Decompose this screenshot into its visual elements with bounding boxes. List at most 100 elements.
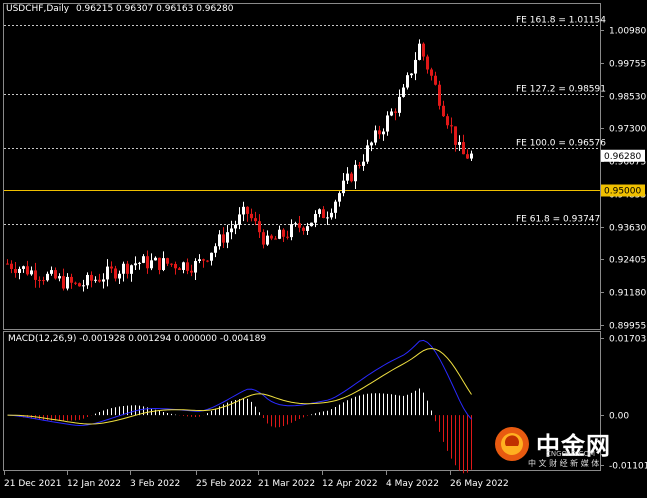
candle-body	[50, 270, 53, 274]
current-price-label: 0.96280	[604, 152, 641, 162]
candle-body	[390, 111, 393, 116]
candle-body	[370, 142, 373, 146]
candle-body	[66, 276, 69, 289]
candle-body	[62, 276, 65, 289]
macd-title: MACD(12,26,9) -0.001928 0.001294 0.00000…	[8, 334, 267, 344]
candle-body	[114, 268, 117, 279]
candle-body	[410, 73, 413, 76]
candle-body	[354, 164, 357, 182]
support-price-label: 0.95000	[604, 187, 641, 197]
candle-body	[290, 224, 293, 238]
candle-body	[226, 232, 229, 243]
candle-body	[214, 246, 217, 253]
candle-body	[366, 145, 369, 162]
candle-body	[82, 285, 85, 287]
candle-body	[46, 273, 49, 281]
main-panel-frame	[3, 3, 601, 330]
candle-body	[402, 87, 405, 97]
candle-body	[330, 212, 333, 218]
candle-body	[110, 266, 113, 269]
candle-body	[126, 263, 129, 274]
candle-body	[466, 154, 469, 159]
candle-body	[318, 209, 321, 214]
chart-header: USDCHF,Daily 0.96215 0.96307 0.96163 0.9…	[6, 4, 233, 14]
candle-body	[198, 259, 201, 262]
candle-body	[98, 279, 101, 282]
candle-body	[250, 213, 253, 219]
candle-body	[22, 266, 25, 269]
watermark-site: CNGOLD.COM	[546, 450, 596, 458]
candle-body	[430, 69, 433, 76]
date-tick-label: 3 Feb 2022	[130, 479, 180, 489]
candle-body	[266, 235, 269, 245]
coin-icon	[495, 427, 529, 461]
candle-body	[286, 236, 289, 238]
candle-body	[282, 229, 285, 237]
candle-body	[194, 261, 197, 273]
price-tick-label: 0.99755	[609, 60, 646, 70]
candle-body	[94, 279, 97, 281]
candle-body	[178, 268, 181, 270]
fib-label: FE 161.8 = 1.01154	[516, 16, 606, 26]
candle-body	[434, 75, 437, 85]
macd-histogram	[11, 388, 472, 474]
price-tick-label: 0.98530	[609, 93, 646, 103]
candle-body	[326, 217, 329, 219]
price-tick-label: 0.89955	[609, 322, 646, 332]
candle-body	[242, 206, 245, 215]
price-tick-label: 0.92405	[609, 256, 646, 266]
candle-body	[450, 125, 453, 127]
date-tick-label: 21 Dec 2021	[4, 479, 62, 489]
candle-body	[78, 283, 81, 287]
date-tick-label: 12 Jan 2022	[67, 479, 121, 489]
watermark-logo: 中金网 中 文 财 经 新 媒 体 CNGOLD.COM	[492, 420, 642, 470]
candle-body	[190, 270, 193, 273]
candle-body	[406, 75, 409, 88]
candle-body	[90, 274, 93, 281]
price-tick-label: 0.97300	[609, 125, 646, 135]
watermark-sub-cn: 中 文 财 经 新 媒 体	[528, 459, 600, 468]
candle-body	[26, 266, 29, 275]
date-tick-label: 26 May 2022	[450, 479, 509, 489]
candle-body	[30, 270, 33, 275]
candle-body	[306, 226, 309, 231]
candle-body	[34, 270, 37, 280]
candle-body	[414, 59, 417, 74]
candle-body	[18, 268, 21, 273]
candle-body	[130, 265, 133, 274]
candle-body	[38, 279, 41, 281]
candle-body	[102, 279, 105, 282]
candle-body	[274, 238, 277, 240]
candle-body	[358, 164, 361, 166]
macd-tick-label: 0.017033	[609, 335, 647, 345]
candle-body	[458, 142, 461, 145]
candle-body	[202, 259, 205, 261]
fib-label: FE 127.2 = 0.98591	[516, 85, 606, 95]
candle-body	[378, 130, 381, 135]
candle-body	[134, 263, 137, 266]
candle-body	[270, 235, 273, 239]
price-axis: 1.009800.997550.985300.973000.960750.948…	[600, 27, 646, 332]
candle-body	[158, 257, 161, 270]
candle-body	[322, 209, 325, 218]
candle-body	[418, 43, 421, 60]
candle-body	[302, 227, 305, 231]
candle-body	[210, 252, 213, 261]
candle-body	[350, 173, 353, 182]
fib-levels-layer: FE 161.8 = 1.01154 FE 127.2 = 0.98591 FE 1…	[4, 16, 606, 225]
candle-body	[298, 223, 301, 228]
candle-body	[238, 214, 241, 225]
candle-body	[394, 111, 397, 113]
candle-body	[262, 232, 265, 245]
candle-body	[166, 258, 169, 264]
candle-body	[186, 262, 189, 271]
chart-window[interactable]: FE 161.8 = 1.01154 FE 127.2 = 0.98591 FE 1…	[0, 0, 647, 494]
candle-body	[470, 153, 473, 159]
candle-body	[234, 224, 237, 229]
candle-body	[230, 228, 233, 233]
price-tick-label: 0.91180	[609, 289, 646, 299]
candle-body	[462, 142, 465, 155]
candle-body	[106, 266, 109, 280]
candle-body	[374, 130, 377, 143]
candle-body	[342, 180, 345, 194]
